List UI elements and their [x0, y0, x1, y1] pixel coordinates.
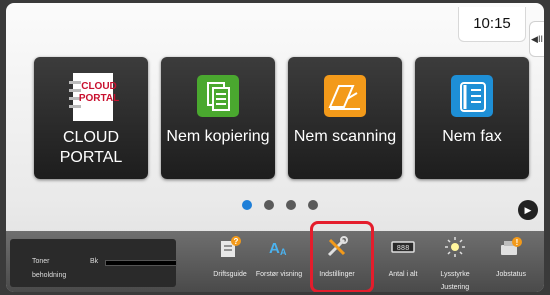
- cloud-logo-line1: CLOUD: [81, 81, 117, 92]
- job-status-button[interactable]: ! Jobstatus: [483, 231, 539, 292]
- function-label: Lysstyrke Justering: [440, 271, 470, 291]
- job-status-icon: !: [499, 235, 523, 259]
- brightness-button[interactable]: Lysstyrke Justering: [427, 231, 483, 292]
- tile-label: Nem fax: [442, 128, 502, 145]
- function-label: Jobstatus: [496, 271, 526, 278]
- settings-button[interactable]: Indstillinger: [309, 231, 365, 292]
- tile-cloud-portal[interactable]: CLOUD PORTAL CLOUD PORTAL: [34, 57, 148, 179]
- page-dot-2[interactable]: [264, 200, 274, 210]
- total-count-icon: 888: [391, 235, 415, 259]
- tile-label: Nem scanning: [293, 128, 397, 145]
- toner-label-line2: beholdning: [32, 272, 67, 279]
- side-panel-tab[interactable]: ◀II: [529, 21, 544, 57]
- svg-text:?: ?: [234, 237, 239, 246]
- function-label: Driftsguide: [213, 271, 247, 278]
- scan-icon: [317, 69, 373, 125]
- toner-level-panel: Toner beholdning Bk: [10, 239, 177, 287]
- toner-level-fill: [106, 261, 176, 265]
- tile-label: CLOUD PORTAL: [59, 129, 123, 166]
- svg-text:A: A: [269, 240, 280, 257]
- settings-icon: [325, 235, 349, 259]
- operation-guide-icon: ?: [218, 235, 242, 259]
- total-count-button[interactable]: 888 Antal i alt: [375, 231, 431, 292]
- svg-text:!: !: [516, 238, 519, 247]
- function-label: Antal i alt: [388, 271, 418, 278]
- page-dot-3[interactable]: [286, 200, 296, 210]
- cloud-logo-line2: PORTAL: [79, 93, 119, 104]
- printer-home-screen: 10:15 ◀II CLOUD PORTAL CLOUD PORTAL Nem …: [6, 3, 544, 292]
- enlarge-display-icon: A A: [267, 235, 291, 259]
- page-dot-4[interactable]: [308, 200, 318, 210]
- tile-easy-fax[interactable]: Nem fax: [415, 57, 529, 179]
- tile-easy-scan[interactable]: Nem scanning: [288, 57, 402, 179]
- function-bar: Toner beholdning Bk ? Driftsguide A A Fo…: [6, 231, 544, 292]
- clock: 10:15: [458, 7, 526, 42]
- function-label: Forstør visning: [255, 271, 303, 278]
- tile-easy-copy[interactable]: Nem kopiering: [161, 57, 275, 179]
- next-page-button[interactable]: ▶: [518, 200, 538, 220]
- brightness-icon: [443, 235, 467, 259]
- fax-icon: [444, 69, 500, 125]
- toner-label-line1: Toner: [32, 258, 50, 265]
- svg-text:888: 888: [397, 245, 410, 253]
- toner-level-bar: [105, 260, 177, 266]
- toner-color-label: Bk: [90, 258, 99, 265]
- tile-label: Nem kopiering: [166, 128, 270, 145]
- enlarge-display-button[interactable]: A A Forstør visning: [251, 231, 307, 292]
- svg-text:A: A: [280, 247, 287, 257]
- page-dot-1[interactable]: [242, 200, 252, 210]
- operation-guide-button[interactable]: ? Driftsguide: [202, 231, 258, 292]
- function-label: Indstillinger: [319, 271, 355, 278]
- copy-icon: [190, 69, 246, 125]
- cloud-portal-icon: CLOUD PORTAL: [63, 69, 119, 125]
